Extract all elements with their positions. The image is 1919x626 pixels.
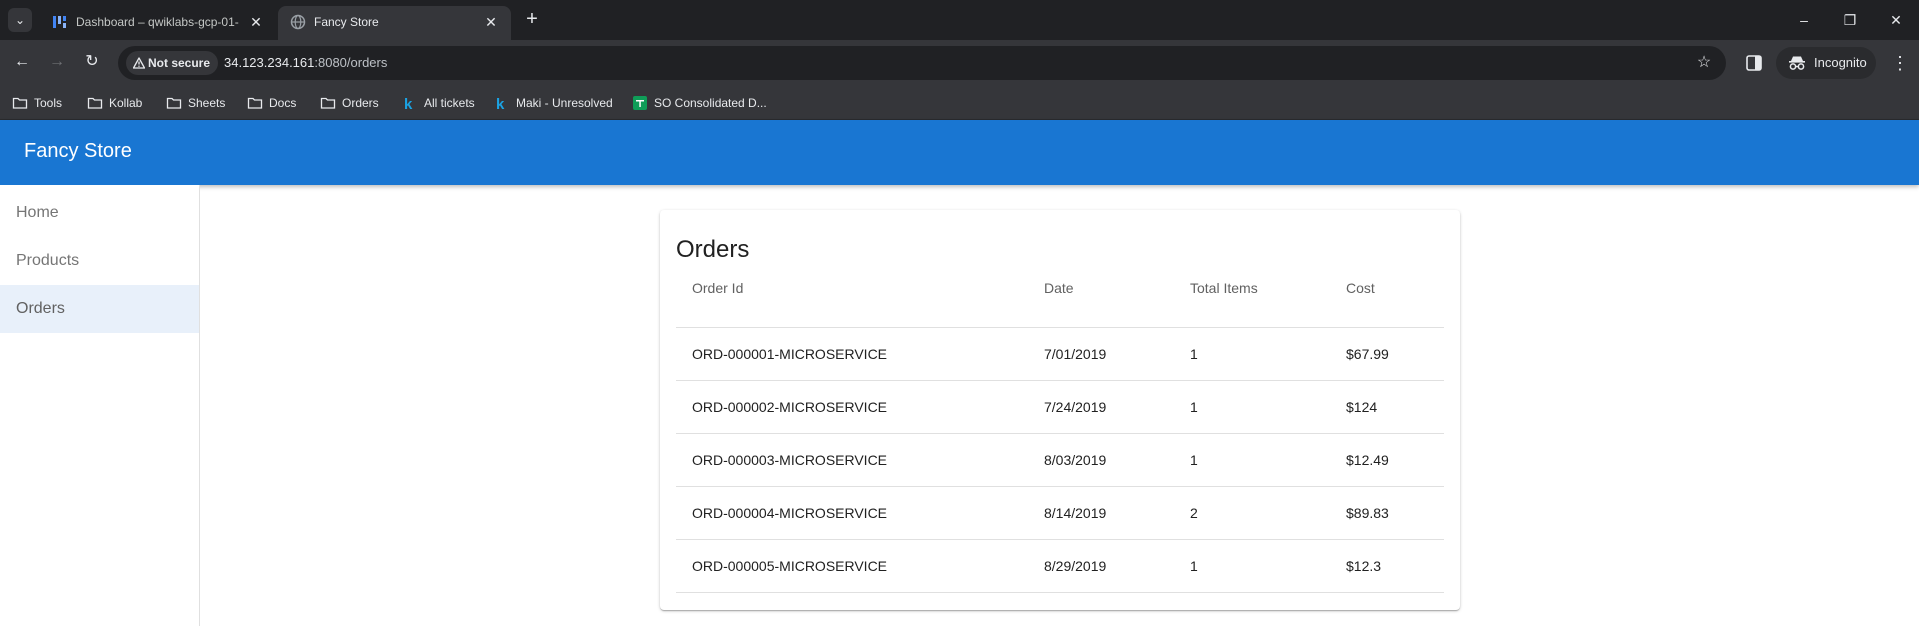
orders-table: Order Id Date Total Items Cost ORD-00000… — [676, 272, 1444, 593]
tab-title: Dashboard – qwiklabs-gcp-01- — [76, 15, 239, 29]
new-tab-button[interactable]: + — [520, 8, 544, 32]
date-cell: 7/24/2019 — [1044, 399, 1107, 415]
bookmarks-bar: Tools Kollab Sheets Docs Orders k All ti… — [0, 86, 1919, 120]
cost-cell: $12.3 — [1346, 558, 1382, 574]
security-label: Not secure — [148, 56, 211, 70]
bookmark-label: Sheets — [188, 96, 226, 110]
folder-icon — [87, 97, 103, 109]
tab-title: Fancy Store — [314, 15, 379, 29]
profile-label: Incognito — [1814, 55, 1867, 70]
browser-toolbar: ← → ↻ Not secure 34.123.234.161:8080/ord… — [0, 40, 1919, 86]
table-row[interactable]: ORD-000004-MICROSERVICE 8/14/2019 2 $89.… — [676, 487, 1444, 540]
more-menu-icon[interactable]: ⋮ — [1888, 50, 1912, 76]
close-tab-icon[interactable]: ✕ — [246, 12, 266, 32]
url-host: 34.123.234.161 — [224, 55, 315, 70]
table-row[interactable]: ORD-000003-MICROSERVICE 8/03/2019 1 $12.… — [676, 434, 1444, 487]
date-cell: 8/29/2019 — [1044, 558, 1107, 574]
close-window-icon[interactable]: ✕ — [1882, 6, 1910, 34]
incognito-icon — [1789, 56, 1805, 70]
minimize-icon[interactable]: – — [1790, 6, 1818, 34]
sidebar: Home Products Orders — [0, 185, 200, 626]
app-header: Fancy Store — [0, 120, 1919, 185]
table-row[interactable]: ORD-000002-MICROSERVICE 7/24/2019 1 $124 — [676, 381, 1444, 434]
table-row[interactable]: ORD-000005-MICROSERVICE 8/29/2019 1 $12.… — [676, 540, 1444, 593]
cost-cell: $12.49 — [1346, 452, 1389, 468]
total-items-cell: 2 — [1190, 505, 1198, 521]
sheets-icon — [633, 96, 647, 110]
close-tab-icon[interactable]: ✕ — [481, 12, 501, 32]
bookmark-label: SO Consolidated D... — [654, 96, 767, 110]
back-icon[interactable]: ← — [10, 50, 34, 74]
svg-text:k: k — [404, 96, 413, 111]
orders-card: Orders Order Id Date Total Items Cost OR… — [660, 210, 1460, 610]
url-text[interactable]: 34.123.234.161:8080/orders — [224, 55, 387, 70]
bookmark-label: Orders — [342, 96, 379, 110]
date-cell: 8/14/2019 — [1044, 505, 1107, 521]
folder-icon — [12, 97, 28, 109]
sidebar-item-products[interactable]: Products — [0, 237, 199, 285]
folder-icon — [166, 97, 182, 109]
forward-icon[interactable]: → — [45, 50, 69, 74]
order-id-cell: ORD-000004-MICROSERVICE — [692, 505, 888, 521]
table-header-row: Order Id Date Total Items Cost — [676, 272, 1444, 328]
globe-icon — [290, 14, 306, 30]
bookmark-label: Docs — [269, 96, 297, 110]
dashboard-icon — [53, 16, 66, 28]
url-path: :8080/orders — [314, 55, 388, 70]
reload-icon[interactable]: ↻ — [80, 50, 104, 74]
app-title[interactable]: Fancy Store — [24, 140, 132, 163]
bookmark-label: All tickets — [424, 96, 475, 110]
tab-search-button[interactable]: ⌄ — [8, 8, 32, 32]
cost-cell: $124 — [1346, 399, 1378, 415]
order-id-cell: ORD-000002-MICROSERVICE — [692, 399, 888, 415]
column-header-cost: Cost — [1346, 280, 1375, 296]
tab-fancy-store[interactable]: Fancy Store ✕ — [278, 6, 511, 40]
total-items-cell: 1 — [1190, 558, 1198, 574]
folder-icon — [247, 97, 263, 109]
browser-tab-strip: ⌄ Dashboard – qwiklabs-gcp-01- ✕ Fancy S… — [0, 0, 1919, 40]
order-id-cell: ORD-000005-MICROSERVICE — [692, 558, 888, 574]
page-title: Orders — [676, 236, 750, 263]
order-id-cell: ORD-000001-MICROSERVICE — [692, 346, 888, 362]
table-row[interactable]: ORD-000001-MICROSERVICE 7/01/2019 1 $67.… — [676, 328, 1444, 381]
bookmark-label: Maki - Unresolved — [516, 96, 613, 110]
incognito-profile-button[interactable]: Incognito — [1776, 47, 1876, 79]
cost-cell: $67.99 — [1346, 346, 1389, 362]
tab-dashboard[interactable]: Dashboard – qwiklabs-gcp-01- ✕ — [40, 6, 276, 40]
restore-icon[interactable]: ❐ — [1836, 6, 1864, 34]
k-logo-icon: k — [404, 96, 413, 111]
address-bar[interactable]: Not secure 34.123.234.161:8080/orders ☆ — [118, 46, 1726, 80]
column-header-total-items: Total Items — [1190, 280, 1258, 296]
folder-icon — [320, 97, 336, 109]
date-cell: 8/03/2019 — [1044, 452, 1107, 468]
svg-text:k: k — [496, 96, 505, 111]
bookmark-label: Tools — [34, 96, 63, 110]
bookmark-label: Kollab — [109, 96, 143, 110]
total-items-cell: 1 — [1190, 346, 1198, 362]
k-logo-icon: k — [496, 96, 505, 111]
order-id-cell: ORD-000003-MICROSERVICE — [692, 452, 888, 468]
total-items-cell: 1 — [1190, 452, 1198, 468]
cost-cell: $89.83 — [1346, 505, 1389, 521]
sidebar-item-orders[interactable]: Orders — [0, 285, 199, 333]
column-header-date: Date — [1044, 280, 1074, 296]
column-header-order-id: Order Id — [692, 280, 744, 296]
side-panel-icon[interactable] — [1744, 53, 1764, 73]
sidebar-item-home[interactable]: Home — [0, 189, 199, 237]
warning-icon — [133, 57, 145, 69]
total-items-cell: 1 — [1190, 399, 1198, 415]
bookmark-star-icon[interactable]: ☆ — [1694, 53, 1714, 73]
date-cell: 7/01/2019 — [1044, 346, 1107, 362]
site-info-button[interactable]: Not secure — [126, 51, 219, 75]
